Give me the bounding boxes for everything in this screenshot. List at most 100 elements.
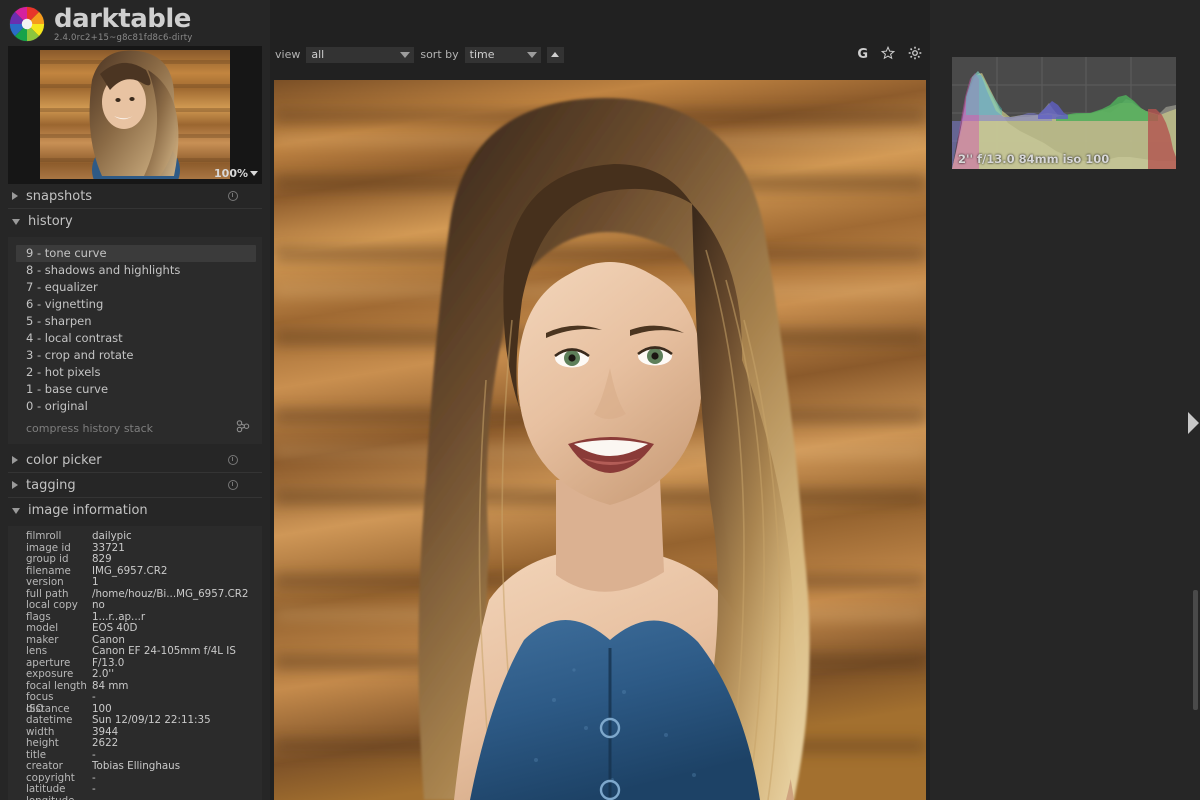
sort-field-value: time [469,48,495,61]
view-filter-select[interactable]: all [306,46,415,63]
duplicate-icon[interactable] [236,420,250,436]
right-panel-scrollbar[interactable] [1193,590,1198,710]
sidebar-section-label-tagging: tagging [26,477,76,493]
chevron-down-icon [12,218,20,225]
center-view: view all sort by time G [270,0,930,800]
histogram-widget[interactable]: 2'' f/13.0 84mm iso 100 [952,57,1176,169]
history-panel: 9 - tone curve 8 - shadows and highlight… [8,237,262,444]
darktable-window: 1 image of 407 (#234) in current collect… [0,0,1200,800]
info-value: EOS 40D [92,622,138,634]
darktable-logo-icon [8,5,46,43]
info-key: maker [26,633,59,646]
info-key: datetime [26,714,73,726]
info-key: latitude [26,783,66,795]
navigation-thumbnail-image [40,50,230,179]
right-panel-collapse-toggle[interactable] [1188,412,1199,434]
info-key: local copy [26,599,78,611]
info-value: 1 [92,576,99,588]
star-overlay-icon[interactable] [880,45,896,64]
sort-field-select[interactable]: time [464,46,541,63]
info-row: version 1 [8,576,262,589]
info-row: group id 829 [8,553,262,566]
info-value: dailypic [92,530,132,542]
sidebar-section-label-snapshots: snapshots [26,188,93,204]
reset-icon[interactable] [228,455,238,465]
info-value: 829 [92,553,112,565]
info-value: no [92,599,105,611]
history-item[interactable]: 3 - crop and rotate [8,347,262,364]
sidebar-section-color-picker[interactable]: color picker [8,448,262,473]
sort-direction-button[interactable] [546,46,564,63]
zoom-level-control[interactable]: 100% [214,167,258,180]
info-value: 84 mm [92,679,129,692]
chevron-right-icon [12,456,18,464]
chevron-down-icon [526,51,537,58]
compress-history-row[interactable]: compress history stack [8,415,262,438]
history-list: 9 - tone curve 8 - shadows and highlight… [8,243,262,415]
history-item[interactable]: 9 - tone curve [16,245,256,262]
info-row: local copy no [8,599,262,612]
history-item[interactable]: 4 - local contrast [8,330,262,347]
info-row: longitude- [8,795,262,800]
history-item[interactable]: 5 - sharpen [8,313,262,330]
compress-history-label: compress history stack [26,421,154,435]
sidebar-section-history[interactable]: history [8,209,262,234]
history-item[interactable]: 6 - vignetting [8,296,262,313]
gear-icon[interactable] [908,45,922,64]
info-value: IMG_6957.CR2 [92,564,168,577]
info-row: height 2622 [8,737,262,750]
histogram-exif-label: 2'' f/13.0 84mm iso 100 [958,152,1110,166]
info-value: Canon EF 24-105mm f/4L IS [92,645,236,657]
info-row: filmroll dailypic [8,530,262,543]
info-key: height [26,737,59,749]
info-key: longitude [8,795,92,800]
info-value: - [92,691,96,703]
info-value: Tobias Ellinghaus [92,760,181,772]
info-key: exposure [26,668,74,680]
chevron-down-icon [12,507,20,514]
arrow-up-icon [551,52,560,57]
sidebar-section-label-image-information: image information [28,503,148,518]
history-item[interactable]: 2 - hot pixels [8,364,262,381]
info-row: lens Canon EF 24-105mm f/4L IS [8,645,262,658]
info-row: creator Tobias Ellinghaus [8,760,262,773]
info-row: latitude - [8,783,262,796]
right-panel: 2'' f/13.0 84mm iso 100 [930,0,1200,800]
info-key: creator [26,760,63,772]
filter-bar-icons: G [857,45,922,64]
history-item[interactable]: 1 - base curve [8,381,262,398]
history-item[interactable]: 0 - original [8,398,262,415]
history-item[interactable]: 8 - shadows and highlights [8,262,262,279]
chevron-right-icon [12,481,18,489]
chevron-down-icon [250,171,258,176]
sidebar-section-image-information[interactable]: image information [8,498,262,523]
reset-icon[interactable] [228,480,238,490]
info-value: /home/houz/Bi...MG_6957.CR2 [92,587,249,600]
info-key: lens [26,645,48,657]
info-value: 2622 [92,737,119,749]
info-key: focus distance [26,691,70,715]
grouping-icon[interactable]: G [857,47,868,62]
info-row: model EOS 40D [8,622,262,635]
history-item[interactable]: 7 - equalizer [8,279,262,296]
app-title: darktable [54,3,191,34]
image-information-panel: filmroll dailypic image id 33721 group id 8… [8,526,262,800]
navigation-preview[interactable]: 100% [8,46,262,184]
darkroom-image-canvas[interactable] [274,80,926,800]
info-key: version [26,576,64,588]
zoom-level-label: 100% [214,167,248,180]
app-version: 2.4.0rc2+15~g8c81fd8c6-dirty [54,32,193,43]
left-panel: darktable 2.4.0rc2+15~g8c81fd8c6-dirty 1… [0,0,270,800]
sidebar-section-tagging[interactable]: tagging [8,473,262,498]
info-row: focus distance - [8,691,262,715]
app-logo-row: darktable 2.4.0rc2+15~g8c81fd8c6-dirty [8,5,193,43]
view-filter-label: view [275,48,301,61]
chevron-right-icon [12,192,18,200]
left-panel-sections: snapshots history 9 - tone curve 8 - sha… [8,184,262,800]
reset-icon[interactable] [228,191,238,201]
info-value: 2.0'' [92,668,115,680]
info-key: group id [26,553,69,565]
info-value: Sun 12/09/12 22:11:35 [92,714,211,726]
info-row: exposure 2.0'' [8,668,262,681]
sidebar-section-snapshots[interactable]: snapshots [8,184,262,209]
